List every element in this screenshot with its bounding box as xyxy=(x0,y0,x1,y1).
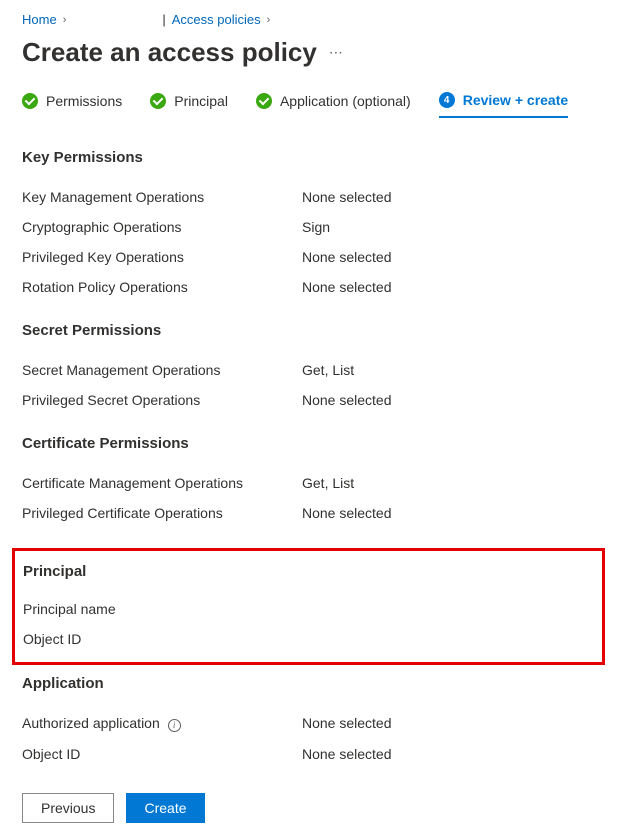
row-label: Principal name xyxy=(23,601,303,617)
table-row: Privileged Certificate Operations None s… xyxy=(22,498,595,528)
application-heading: Application xyxy=(22,675,595,692)
principal-heading: Principal xyxy=(23,563,594,580)
row-label: Privileged Key Operations xyxy=(22,249,302,265)
table-row: Cryptographic Operations Sign xyxy=(22,212,595,242)
row-value: None selected xyxy=(302,279,392,295)
row-value: None selected xyxy=(302,505,392,521)
row-label: Cryptographic Operations xyxy=(22,219,302,235)
breadcrumb-policies[interactable]: Access policies xyxy=(172,12,261,27)
table-row: Secret Management Operations Get, List xyxy=(22,355,595,385)
row-label: Object ID xyxy=(23,631,303,647)
page-title: Create an access policy xyxy=(22,37,317,68)
table-row: Key Management Operations None selected xyxy=(22,182,595,212)
row-label: Privileged Secret Operations xyxy=(22,392,302,408)
row-label: Privileged Certificate Operations xyxy=(22,505,302,521)
table-row: Privileged Key Operations None selected xyxy=(22,242,595,272)
section-certificate-permissions: Certificate Permissions Certificate Mana… xyxy=(22,435,595,528)
page-title-row: Create an access policy ⋯ xyxy=(22,37,595,68)
footer-buttons: Previous Create xyxy=(22,789,595,823)
check-circle-icon xyxy=(256,93,272,109)
tab-permissions-label: Permissions xyxy=(46,93,122,109)
section-key-permissions: Key Permissions Key Management Operation… xyxy=(22,149,595,302)
row-value: None selected xyxy=(302,392,392,408)
key-permissions-heading: Key Permissions xyxy=(22,149,595,166)
table-row: Object ID None selected xyxy=(22,739,595,769)
chevron-right-icon: › xyxy=(63,14,67,26)
row-label: Object ID xyxy=(22,746,302,762)
tab-principal-label: Principal xyxy=(174,93,228,109)
principal-highlight-box: Principal Principal name Object ID xyxy=(12,548,605,665)
row-value: None selected xyxy=(302,189,392,205)
row-value: Get, List xyxy=(302,475,354,491)
section-secret-permissions: Secret Permissions Secret Management Ope… xyxy=(22,322,595,415)
row-label: Rotation Policy Operations xyxy=(22,279,302,295)
chevron-right-icon: › xyxy=(267,14,271,26)
authorized-application-label: Authorized application xyxy=(22,715,160,731)
check-circle-icon xyxy=(22,93,38,109)
row-value: Sign xyxy=(302,219,330,235)
row-label: Certificate Management Operations xyxy=(22,475,302,491)
section-application: Application Authorized application i Non… xyxy=(22,675,595,769)
more-icon[interactable]: ⋯ xyxy=(329,44,343,61)
create-button[interactable]: Create xyxy=(126,793,204,823)
row-value: None selected xyxy=(302,715,392,732)
tab-application-label: Application (optional) xyxy=(280,93,411,109)
row-value: None selected xyxy=(302,746,392,762)
pipe-separator: | xyxy=(162,12,165,27)
check-circle-icon xyxy=(150,93,166,109)
row-value: None selected xyxy=(302,249,392,265)
row-label: Key Management Operations xyxy=(22,189,302,205)
tab-permissions[interactable]: Permissions xyxy=(22,92,122,118)
table-row: Principal name xyxy=(23,594,594,624)
row-label: Secret Management Operations xyxy=(22,362,302,378)
tab-principal[interactable]: Principal xyxy=(150,92,228,118)
row-label: Authorized application i xyxy=(22,715,302,732)
breadcrumb-home[interactable]: Home xyxy=(22,12,57,27)
table-row: Privileged Secret Operations None select… xyxy=(22,385,595,415)
wizard-tabs: Permissions Principal Application (optio… xyxy=(22,92,595,119)
table-row: Object ID xyxy=(23,624,594,654)
step-number-icon: 4 xyxy=(439,92,455,108)
tab-review-create[interactable]: 4 Review + create xyxy=(439,92,568,118)
secret-permissions-heading: Secret Permissions xyxy=(22,322,595,339)
tab-review-label: Review + create xyxy=(463,92,568,108)
table-row: Certificate Management Operations Get, L… xyxy=(22,468,595,498)
table-row: Rotation Policy Operations None selected xyxy=(22,272,595,302)
breadcrumb: Home › | Access policies › xyxy=(22,12,595,27)
tab-application[interactable]: Application (optional) xyxy=(256,92,411,118)
previous-button[interactable]: Previous xyxy=(22,793,114,823)
row-value: Get, List xyxy=(302,362,354,378)
info-icon[interactable]: i xyxy=(168,719,181,732)
certificate-permissions-heading: Certificate Permissions xyxy=(22,435,595,452)
table-row: Authorized application i None selected xyxy=(22,708,595,739)
